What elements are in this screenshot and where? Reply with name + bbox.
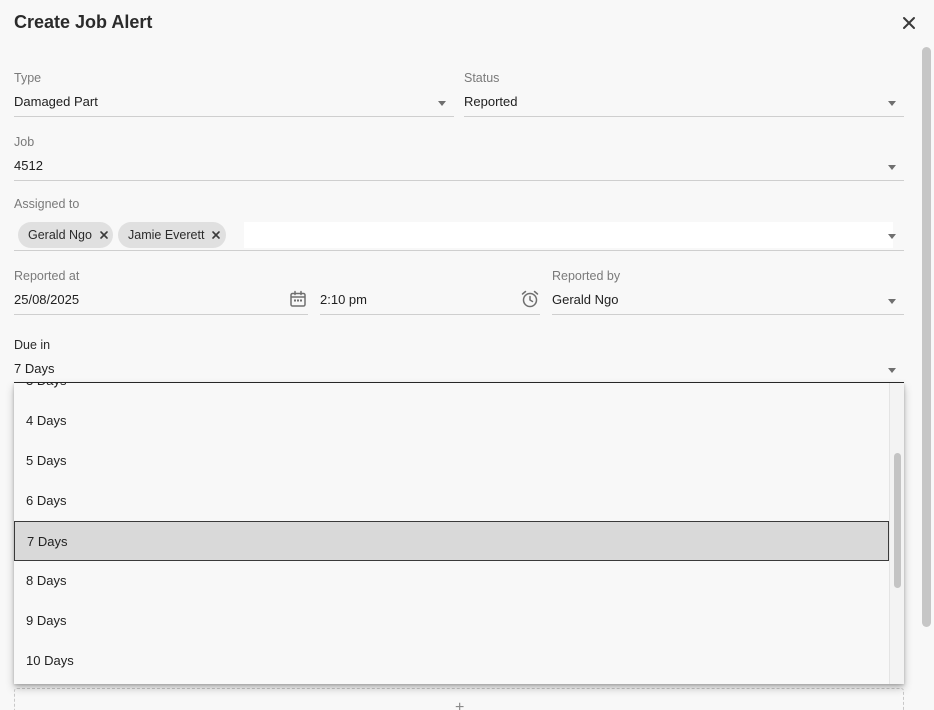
menu-item-8-days[interactable]: 8 Days (14, 560, 889, 600)
remove-chip-button[interactable] (96, 227, 112, 243)
caret-down-icon (888, 368, 896, 373)
reported-by-select[interactable]: Gerald Ngo (552, 287, 904, 315)
assignee-chip-label: Gerald Ngo (28, 228, 92, 242)
caret-down-icon (888, 165, 896, 170)
caret-down-icon (888, 101, 896, 106)
menu-item-7-days[interactable]: 7 Days (14, 521, 889, 561)
menu-item-6-days[interactable]: 6 Days (14, 480, 889, 520)
menu-item-4-days[interactable]: 4 Days (14, 400, 889, 440)
menu-item-5-days[interactable]: 5 Days (14, 440, 889, 480)
calendar-button[interactable] (288, 289, 308, 309)
plus-icon: + (455, 699, 465, 710)
add-item-area[interactable]: + (14, 688, 904, 710)
dialog-title: Create Job Alert (14, 12, 153, 32)
reported-by-label: Reported by (552, 269, 621, 283)
assignee-chip-label: Jamie Everett (128, 228, 205, 242)
reported-date-value: 25/08/2025 (14, 292, 80, 307)
reported-date-input[interactable]: 25/08/2025 (14, 287, 308, 315)
type-label: Type (14, 71, 42, 85)
dialog-scrollbar[interactable] (922, 47, 931, 627)
due-in-dropdown-menu: 3 Days 4 Days 5 Days 6 Days 7 Days 8 Day… (14, 383, 904, 684)
menu-scrollbar-track[interactable] (889, 383, 904, 684)
assigned-to-input[interactable] (244, 222, 893, 248)
remove-chip-button[interactable] (208, 227, 224, 243)
alarm-clock-icon (521, 290, 539, 308)
due-in-select[interactable]: 7 Days (14, 356, 904, 384)
menu-item-9-days[interactable]: 9 Days (14, 600, 889, 640)
close-button[interactable] (899, 13, 919, 33)
remove-circle-icon (209, 228, 223, 242)
remove-circle-icon (97, 228, 111, 242)
close-icon (903, 17, 915, 29)
menu-item-3-days[interactable]: 3 Days (14, 383, 889, 400)
assignee-chip: Jamie Everett (118, 222, 226, 248)
job-value: 4512 (14, 158, 43, 173)
assigned-to-label: Assigned to (14, 197, 80, 211)
job-label: Job (14, 135, 35, 149)
type-value: Damaged Part (14, 94, 98, 109)
status-value: Reported (464, 94, 518, 109)
caret-down-icon (888, 299, 896, 304)
time-picker-button[interactable] (520, 289, 540, 309)
due-in-label: Due in (14, 338, 51, 352)
reported-time-value: 2:10 pm (320, 292, 367, 307)
reported-at-label: Reported at (14, 269, 80, 283)
job-select[interactable]: 4512 (14, 153, 904, 181)
status-label: Status (464, 71, 500, 85)
reported-by-value: Gerald Ngo (552, 292, 619, 307)
caret-down-icon (438, 101, 446, 106)
reported-time-input[interactable]: 2:10 pm (320, 287, 540, 315)
menu-scrollbar-thumb[interactable] (894, 453, 901, 588)
due-in-value: 7 Days (14, 361, 55, 376)
create-job-alert-dialog: Create Job Alert Type Damaged Part Statu… (0, 0, 934, 710)
calendar-icon (290, 290, 306, 307)
assignee-chip: Gerald Ngo (18, 222, 113, 248)
status-select[interactable]: Reported (464, 89, 904, 117)
menu-item-10-days[interactable]: 10 Days (14, 640, 889, 680)
assigned-to-field[interactable]: Gerald Ngo Jamie Everett (14, 219, 904, 251)
caret-down-icon[interactable] (888, 234, 896, 239)
type-select[interactable]: Damaged Part (14, 89, 454, 117)
